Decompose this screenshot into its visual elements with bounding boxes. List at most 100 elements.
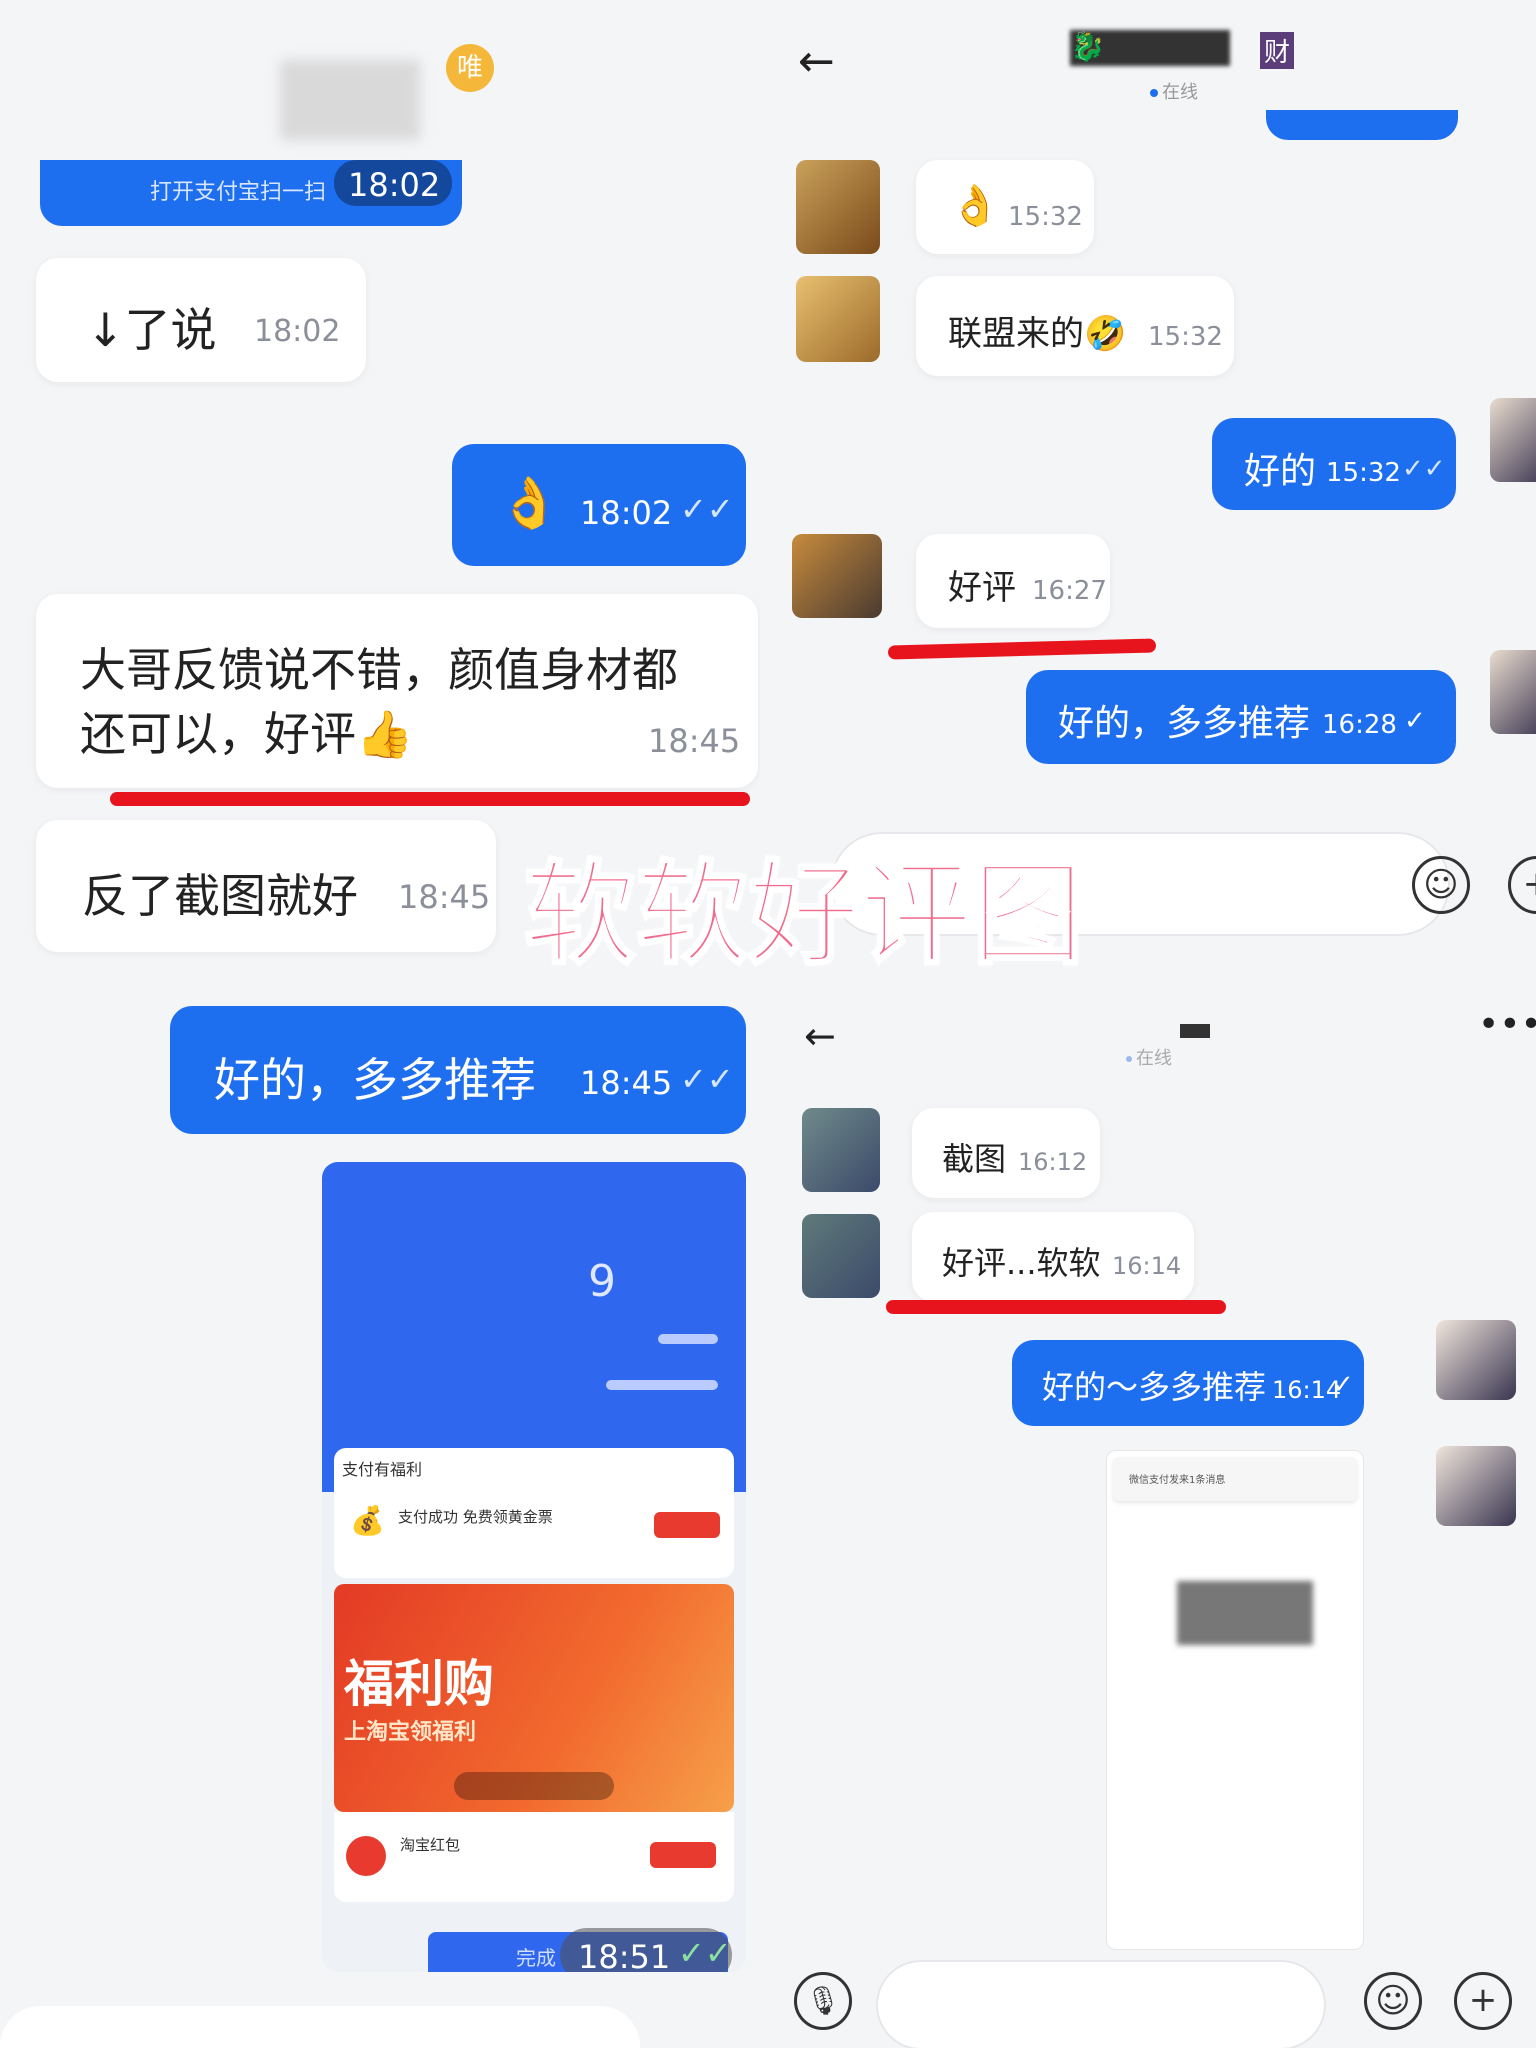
back-arrow-icon[interactable]: ←	[804, 1014, 836, 1058]
message-input[interactable]	[876, 1960, 1326, 2048]
sent-check-icon: ✓	[1332, 1370, 1354, 1400]
red-underline	[887, 638, 1157, 660]
message-time: 18:45	[398, 878, 491, 916]
red-packet-icon	[346, 1836, 386, 1876]
incoming-bubble[interactable]: 大哥反馈说不错，颜值身材都 还可以，好评👍 18:45	[36, 594, 758, 788]
message-text-line2: 还可以，好评👍	[80, 707, 414, 761]
message-text-line1: 大哥反馈说不错，颜值身材都	[80, 643, 678, 697]
incoming-bubble[interactable]: 好评 16:27	[916, 534, 1110, 628]
online-status-text: 在线	[1162, 82, 1198, 103]
payment-card-title: 微信支付发来1条消息	[1129, 1475, 1226, 1486]
message-time: 18:51	[578, 1938, 671, 1972]
incoming-bubble[interactable]: ↓了说 18:02	[36, 258, 366, 382]
read-check-icon: ✓✓	[1402, 454, 1446, 484]
promo-banner[interactable]: 福利购 上淘宝领福利	[334, 1584, 734, 1812]
contact-avatar[interactable]	[802, 1108, 880, 1192]
message-text: ↓了说	[86, 303, 217, 357]
message-text: 好的，多多推荐	[1058, 703, 1311, 744]
screenshot-digit: 9	[588, 1256, 616, 1307]
incoming-bubble[interactable]: 联盟来的🤣 15:32	[916, 276, 1234, 376]
payment-screenshot-image[interactable]: 9 支付有福利 💰 支付成功 免费领黄金票 福利购 上淘宝领福利 淘宝红包 完成…	[322, 1162, 746, 1972]
welfare-row-title: 支付成功 免费领黄金票	[398, 1508, 553, 1526]
ok-hand-emoji-icon: 👌	[950, 183, 1000, 229]
message-time: 18:02	[580, 494, 673, 532]
self-avatar[interactable]	[1490, 398, 1536, 482]
message-text: 好的～多多推荐	[1042, 1368, 1267, 1406]
outgoing-bubble[interactable]: 好的 15:32 ✓✓	[1212, 418, 1456, 510]
message-time: 16:28	[1322, 710, 1397, 740]
message-time: 16:14	[1272, 1376, 1342, 1404]
right-top-chat-panel: ← 🐉 财 在线 👌 15:32 联盟来的🤣 15:32 好的 15:32 ✓✓…	[760, 0, 1536, 960]
incoming-bubble[interactable]: 👌 15:32	[916, 160, 1094, 254]
blurred-content	[1177, 1581, 1313, 1645]
message-time: 16:14	[1112, 1252, 1182, 1280]
payment-card-image[interactable]: 微信支付发来1条消息	[1106, 1450, 1364, 1950]
message-input[interactable]	[0, 2006, 640, 2048]
online-status: 在线	[1126, 1044, 1172, 1070]
outgoing-bubble[interactable]: 好的，多多推荐 18:45 ✓✓	[170, 1006, 746, 1134]
contact-avatar[interactable]	[796, 276, 880, 362]
right-bottom-chat-panel: ← 在线 ••• 截图 16:12 好评...软软 16:14 好的～多多推荐 …	[760, 960, 1536, 2048]
contact-tag: 财	[1260, 32, 1295, 69]
contact-avatar[interactable]	[796, 160, 880, 254]
welfare-card: 支付有福利 💰 支付成功 免费领黄金票	[334, 1448, 734, 1578]
red-underline	[886, 1300, 1226, 1314]
message-text: 截图	[942, 1140, 1007, 1178]
promo-subtitle: 上淘宝领福利	[344, 1720, 477, 1745]
message-time: 18:45	[580, 1064, 673, 1102]
emoji-icon[interactable]: ☺	[1412, 856, 1470, 914]
message-text: 好的，多多推荐	[214, 1053, 536, 1107]
red-packet-card: 淘宝红包	[334, 1812, 734, 1902]
message-time: 18:45	[648, 722, 741, 760]
incoming-bubble[interactable]: 反了截图就好 18:45	[36, 820, 496, 952]
read-check-icon: ✓✓	[680, 490, 734, 528]
payment-card-header: 微信支付发来1条消息	[1113, 1457, 1357, 1501]
self-avatar[interactable]	[1490, 650, 1536, 734]
plus-icon[interactable]: +	[1454, 1972, 1512, 2030]
outgoing-bubble[interactable]: 好的～多多推荐 16:14 ✓	[1012, 1340, 1364, 1426]
left-chat-panel: 唯 打开支付宝扫一扫 18:02 ↓了说 18:02 👌 18:02 ✓✓ 大哥…	[0, 0, 760, 2048]
outgoing-bubble-partial[interactable]	[1266, 110, 1458, 140]
blurred-amount	[658, 1334, 718, 1344]
message-text: 联盟来的🤣	[948, 314, 1127, 354]
message-text: 好评...软软	[942, 1244, 1101, 1282]
plus-icon[interactable]: +	[1508, 856, 1536, 914]
outgoing-bubble[interactable]: 👌 18:02 ✓✓	[452, 444, 746, 566]
overlay-title: 软软好评图	[523, 849, 1086, 982]
back-arrow-icon[interactable]: ←	[798, 36, 835, 87]
read-check-icon: ✓✓	[678, 1934, 732, 1972]
message-time: 16:12	[1018, 1148, 1088, 1176]
online-status: 在线	[1150, 78, 1198, 104]
outgoing-bubble[interactable]: 打开支付宝扫一扫 18:02	[40, 160, 462, 226]
promo-pill	[454, 1772, 614, 1800]
vip-badge: 唯	[446, 44, 494, 92]
message-time: 15:32	[1148, 322, 1223, 352]
claim-button[interactable]	[654, 1512, 720, 1538]
message-text: 打开支付宝扫一扫	[150, 180, 327, 205]
red-packet-title: 淘宝红包	[400, 1836, 461, 1854]
online-dot-icon	[1126, 1056, 1132, 1062]
emoji-icon[interactable]: ☺	[1364, 1972, 1422, 2030]
message-text: 反了截图就好	[82, 869, 358, 923]
gold-icon: 💰	[350, 1504, 385, 1537]
incoming-bubble[interactable]: 截图 16:12	[912, 1108, 1100, 1198]
screenshot-blue-header	[322, 1162, 746, 1492]
message-text: 好评	[948, 568, 1016, 608]
message-text: 好的	[1244, 451, 1317, 492]
outgoing-bubble[interactable]: 好的，多多推荐 16:28 ✓	[1026, 670, 1456, 764]
red-underline	[110, 792, 750, 806]
blurred-contact-name	[1180, 1024, 1210, 1038]
message-time: 18:02	[254, 314, 341, 349]
incoming-bubble[interactable]: 好评...软软 16:14	[912, 1212, 1194, 1302]
contact-avatar[interactable]	[802, 1214, 880, 1298]
vip-badge-label: 唯	[456, 53, 483, 83]
online-dot-icon	[1150, 89, 1158, 97]
online-status-text: 在线	[1136, 1048, 1172, 1069]
sent-check-icon: ✓	[1404, 706, 1426, 736]
self-avatar[interactable]	[1436, 1446, 1516, 1526]
microphone-icon[interactable]: 🎙	[794, 1972, 852, 2030]
self-avatar[interactable]	[1436, 1320, 1516, 1400]
contact-avatar[interactable]	[792, 534, 882, 618]
more-menu-icon[interactable]: •••	[1478, 1004, 1536, 1045]
open-button[interactable]	[650, 1842, 716, 1868]
